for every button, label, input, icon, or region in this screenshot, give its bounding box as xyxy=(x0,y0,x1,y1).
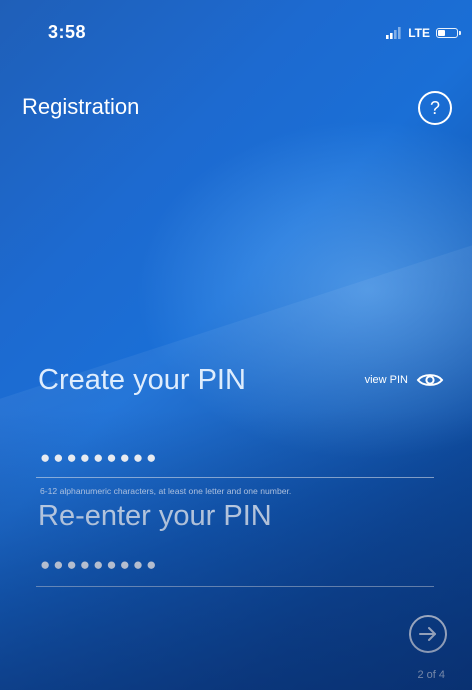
create-pin-underline xyxy=(36,477,434,478)
status-time: 3:58 xyxy=(48,22,87,42)
next-button[interactable] xyxy=(409,615,447,653)
network-type: LTE xyxy=(408,26,430,40)
view-pin-label: view PIN xyxy=(364,374,408,386)
arrow-right-circle-icon xyxy=(419,627,436,641)
create-pin-label: Create your PIN xyxy=(38,364,246,396)
create-pin-input[interactable]: ●●●●●●●●● xyxy=(40,448,159,468)
reenter-pin-label: Re-enter your PIN xyxy=(38,500,272,532)
eye-icon xyxy=(416,374,444,386)
pin-hint: 6-12 alphanumeric characters, at least o… xyxy=(40,486,292,496)
view-pin-toggle[interactable]: view PIN xyxy=(365,372,444,388)
status-bar: 3:58 LTE xyxy=(0,0,472,60)
step-indicator: 2 of 4 xyxy=(417,669,445,681)
help-button[interactable]: ? xyxy=(418,91,452,125)
registration-screen: 3:58 LTE Registration ? Create your PIN … xyxy=(0,0,472,690)
battery-icon xyxy=(436,28,461,38)
help-icon: ? xyxy=(429,97,440,118)
page-title: Registration xyxy=(22,94,140,119)
reenter-pin-input[interactable]: ●●●●●●●●● xyxy=(40,555,159,575)
status-indicators: LTE xyxy=(386,26,461,40)
signal-icon xyxy=(386,27,401,39)
reenter-pin-underline xyxy=(36,586,434,587)
